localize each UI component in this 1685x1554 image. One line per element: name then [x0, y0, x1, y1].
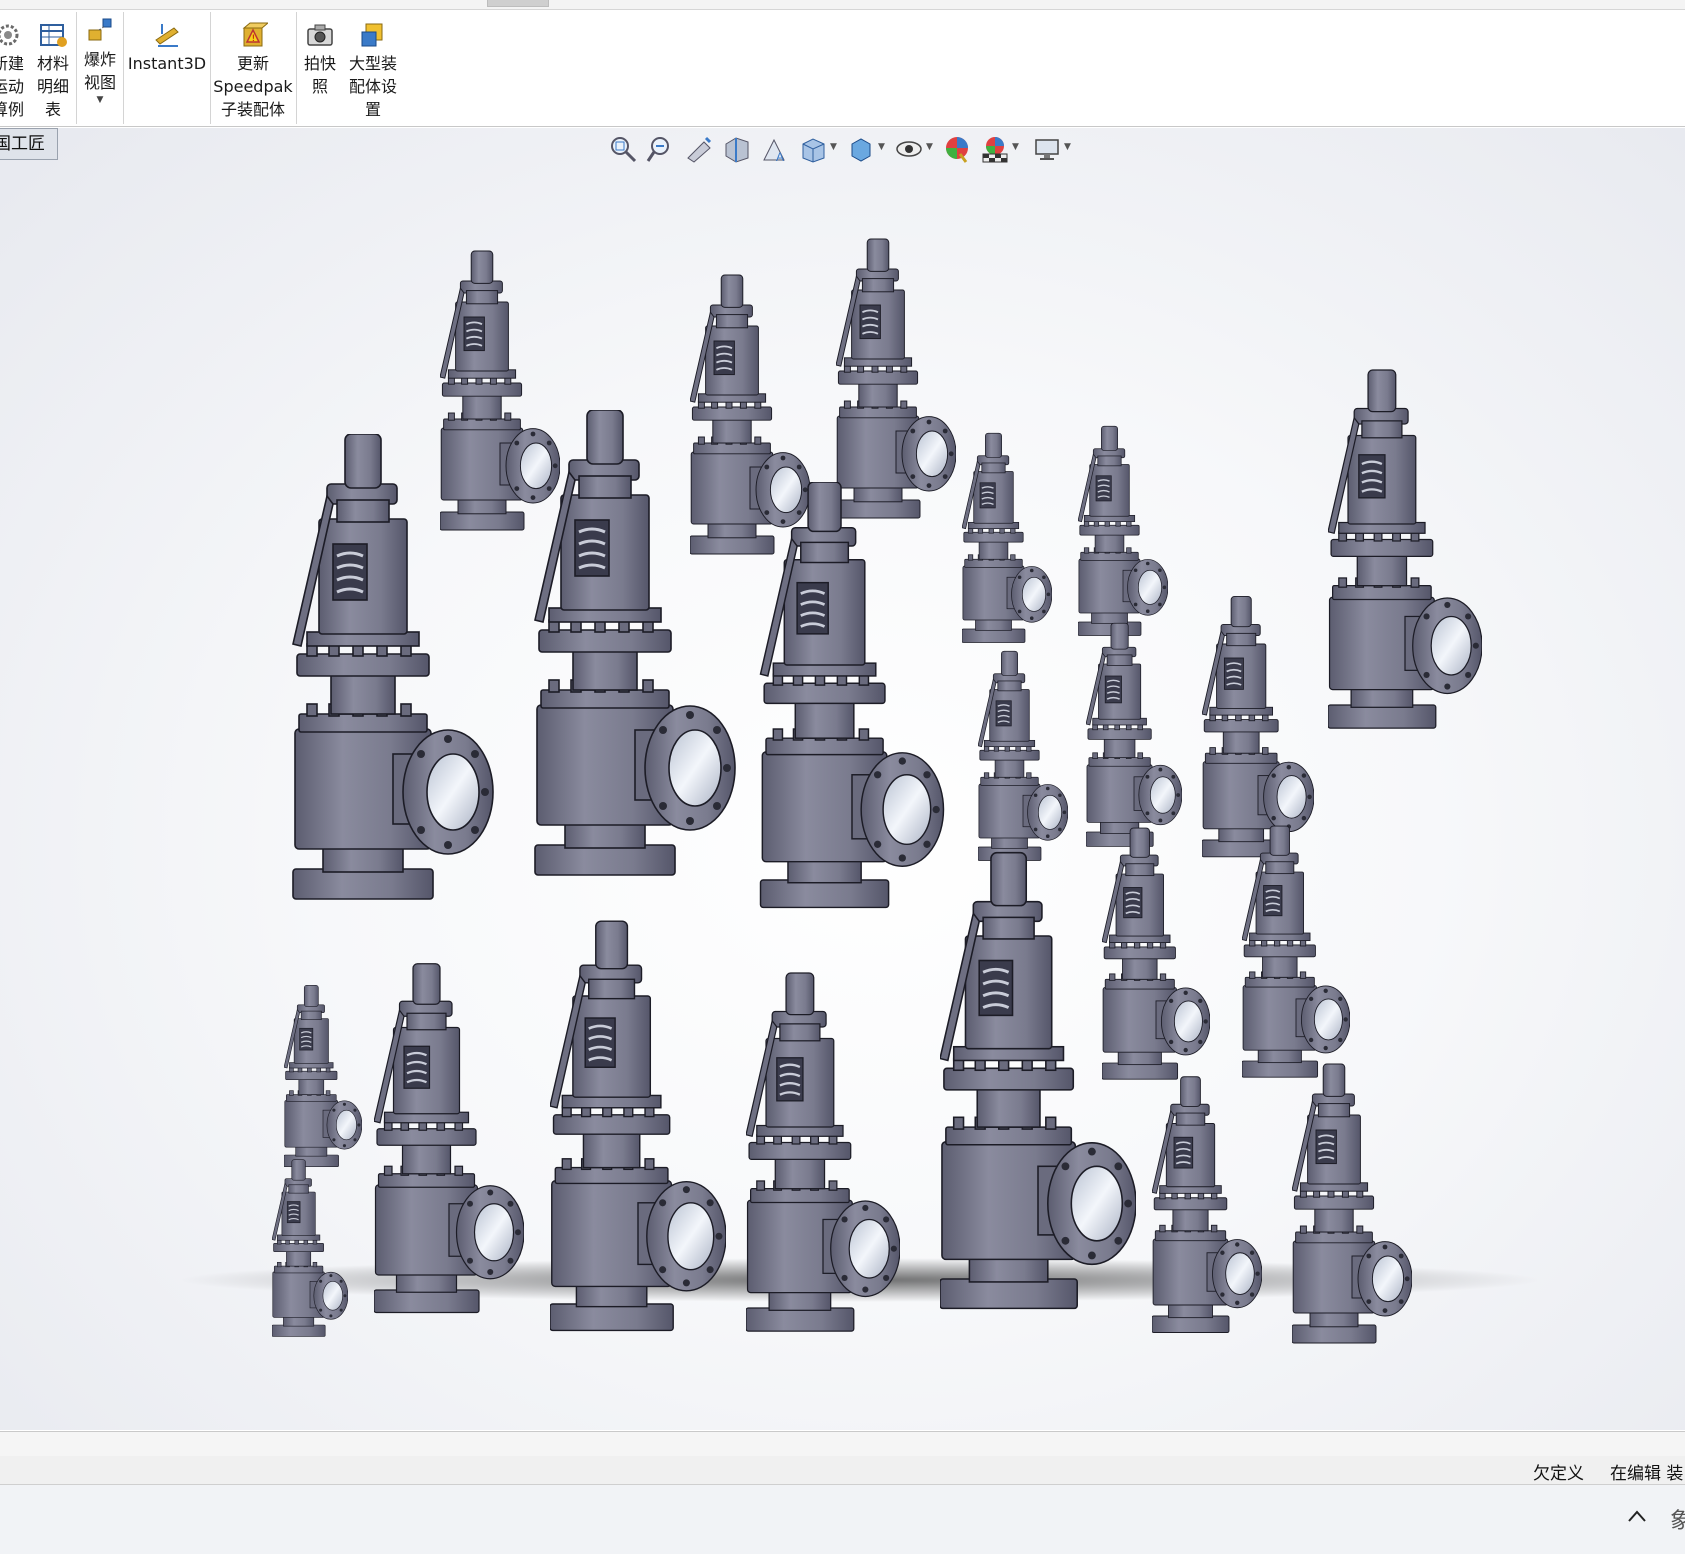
- hide-show-icon[interactable]: [894, 134, 924, 164]
- status-bar: 欠定义 在编辑 装: [0, 1456, 1685, 1485]
- hide-show-dropdown-icon[interactable]: ▼: [926, 142, 933, 152]
- camera-icon: [305, 20, 335, 50]
- ribbon-separator: [296, 12, 297, 124]
- valve-model[interactable]: [1328, 368, 1482, 730]
- valve-model[interactable]: [550, 919, 726, 1332]
- graphics-area[interactable]: A ▼ ▼ ▼ ▼ ▼: [0, 128, 1685, 1430]
- valve-model[interactable]: [1078, 425, 1168, 637]
- svg-text:!: !: [252, 34, 256, 44]
- ribbon-separator: [123, 12, 124, 124]
- svg-text:A: A: [776, 150, 784, 164]
- large-assembly-settings-button[interactable]: 大型装 配体设 置: [344, 10, 402, 126]
- valve-model[interactable]: [746, 971, 900, 1333]
- valve-assembly-scene: [180, 237, 1540, 1345]
- valve-model[interactable]: [759, 482, 945, 909]
- valve-model[interactable]: [962, 432, 1052, 644]
- apply-scene-icon[interactable]: [980, 134, 1010, 164]
- editing-status: 在编辑 装: [1610, 1464, 1684, 1484]
- instant3d-icon: [152, 20, 182, 50]
- table-icon: [38, 20, 68, 50]
- edit-appearance-icon[interactable]: [942, 134, 972, 164]
- valve-model[interactable]: [1242, 825, 1350, 1079]
- valve-model[interactable]: [1102, 827, 1210, 1081]
- view-orientation-icon[interactable]: [798, 134, 828, 164]
- ribbon-separator: [76, 12, 77, 124]
- instant3d-button[interactable]: Instant3D: [126, 10, 208, 126]
- snapshot-label: 拍快 照: [303, 54, 336, 96]
- valve-model[interactable]: [690, 273, 810, 556]
- display-style-dropdown-icon[interactable]: ▼: [878, 142, 885, 152]
- horizontal-scrollbar[interactable]: [0, 1431, 1685, 1457]
- exploded-view-button[interactable]: 爆炸 视图 ▼: [78, 10, 122, 126]
- view-settings-dropdown-icon[interactable]: ▼: [1064, 142, 1071, 152]
- valve-model[interactable]: [1152, 1075, 1262, 1334]
- zoom-to-fit-icon[interactable]: [608, 134, 638, 164]
- previous-view-icon[interactable]: [684, 134, 714, 164]
- snapshot-button[interactable]: 拍快 照: [298, 10, 342, 126]
- ribbon-separator: [210, 12, 211, 124]
- valve-model[interactable]: [374, 962, 524, 1314]
- view-settings-icon[interactable]: [1032, 134, 1062, 164]
- gear-icon: [0, 20, 23, 50]
- exploded-view-dropdown-icon[interactable]: ▼: [78, 94, 122, 106]
- feature-tree-tab[interactable]: 国工匠: [0, 128, 58, 160]
- valve-model[interactable]: [1086, 622, 1182, 848]
- valve-model[interactable]: [978, 650, 1068, 862]
- display-style-icon[interactable]: [846, 134, 876, 164]
- update-speedpak-button[interactable]: ! 更新 Speedpak 子装配体: [212, 10, 294, 126]
- taskbar: 象: [0, 1485, 1685, 1554]
- valve-model[interactable]: [284, 984, 362, 1168]
- section-view-icon[interactable]: [722, 134, 752, 164]
- speedpak-icon: !: [238, 20, 270, 50]
- bom-button[interactable]: 材料 明细 表: [32, 10, 74, 126]
- valve-model[interactable]: [440, 249, 560, 532]
- new-motion-study-button[interactable]: 新建 运动 算例: [0, 10, 28, 126]
- explode-icon: [85, 16, 115, 46]
- taskbar-text-fragment: 象: [1670, 1509, 1685, 1534]
- dynamic-annotation-icon[interactable]: A: [760, 134, 790, 164]
- valve-model[interactable]: [1292, 1062, 1412, 1345]
- window-top-strip: [0, 0, 1685, 10]
- bom-label: 材料 明细 表: [36, 54, 69, 119]
- instant3d-label: Instant3D: [127, 54, 207, 73]
- new-motion-study-label: 新建 运动 算例: [0, 54, 24, 119]
- command-manager-ribbon: 新建 运动 算例 材料 明细 表 爆炸 视图 ▼ Instant3D ! 更新 …: [0, 10, 1685, 127]
- large-assembly-icon: [358, 20, 388, 50]
- valve-model[interactable]: [836, 237, 956, 520]
- valve-model[interactable]: [1202, 595, 1314, 858]
- definition-status: 欠定义: [1533, 1464, 1584, 1484]
- zoom-to-area-icon[interactable]: [646, 134, 676, 164]
- apply-scene-dropdown-icon[interactable]: ▼: [1012, 142, 1019, 152]
- valve-model[interactable]: [272, 1158, 348, 1338]
- show-hidden-icons-chevron-icon[interactable]: [1627, 1501, 1647, 1529]
- large-assembly-settings-label: 大型装 配体设 置: [348, 54, 397, 119]
- update-speedpak-label: 更新 Speedpak 子装配体: [213, 54, 293, 119]
- exploded-view-label: 爆炸 视图: [83, 50, 116, 92]
- document-tab[interactable]: [487, 0, 549, 7]
- view-orientation-dropdown-icon[interactable]: ▼: [830, 142, 837, 152]
